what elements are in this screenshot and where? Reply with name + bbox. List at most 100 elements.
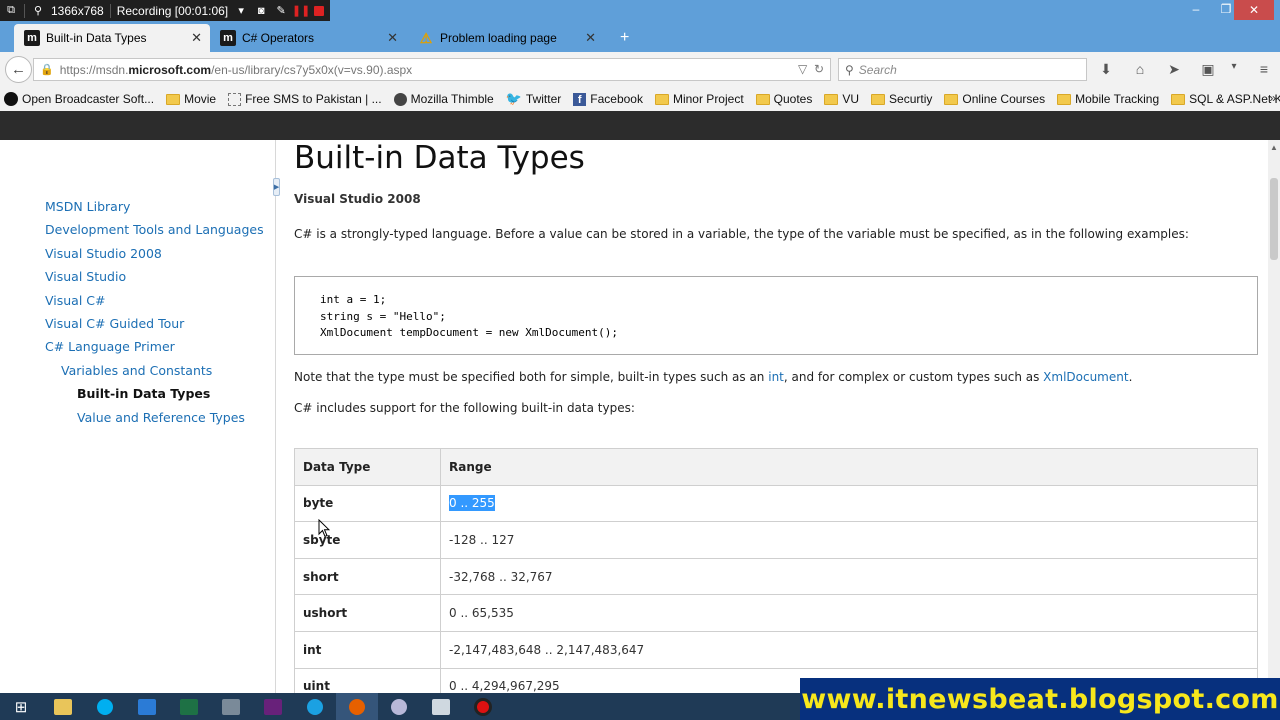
taskbar-network-app[interactable] xyxy=(126,693,168,720)
url-bar[interactable]: 🔒 https://msdn. microsoft.com/en-us/libra… xyxy=(33,58,831,81)
reload-icon[interactable]: ↻ xyxy=(814,62,824,76)
twitter-icon: 🐦 xyxy=(505,91,522,106)
magnifier-icon[interactable]: ⚲ xyxy=(31,4,45,18)
bookmark-minor-project[interactable]: Minor Project xyxy=(654,92,744,106)
minimize-button[interactable]: – xyxy=(1186,2,1206,16)
toc-item-vs2008[interactable]: Visual Studio 2008 xyxy=(45,242,264,265)
bookmark-sql-aspnet[interactable]: SQL & ASP.Net K-links xyxy=(1171,92,1280,106)
table-row: ushort 0 .. 65,535 xyxy=(294,594,1258,632)
toc-item-language-primer[interactable]: C# Language Primer xyxy=(45,335,264,358)
taskbar-recorder[interactable] xyxy=(462,693,504,720)
scrollbar-thumb[interactable] xyxy=(1270,178,1278,260)
toc-item-built-in-data-types: Built-in Data Types xyxy=(77,386,211,402)
url-prefix: https://msdn. xyxy=(59,62,129,77)
bookmark-facebook[interactable]: f Facebook xyxy=(573,92,643,106)
toc-item-value-reference-types[interactable]: Value and Reference Types xyxy=(45,406,264,429)
start-button[interactable]: ⊞ xyxy=(0,693,42,720)
table-header-row: Data Type Range xyxy=(294,448,1258,486)
taskbar-notepad[interactable] xyxy=(420,693,462,720)
folder-icon xyxy=(871,93,886,105)
table-row: byte 0 .. 255 xyxy=(294,484,1258,523)
pen-icon[interactable]: ✎ xyxy=(274,4,288,18)
tools-icon xyxy=(222,698,240,715)
browser-icon xyxy=(391,698,407,715)
bookmark-obs[interactable]: Open Broadcaster Soft... xyxy=(4,92,154,106)
stop-icon[interactable] xyxy=(314,5,325,16)
close-tab-icon[interactable]: ✕ xyxy=(585,30,596,46)
data-type-cell: byte xyxy=(294,484,441,523)
support-paragraph: C# includes support for the following bu… xyxy=(294,401,635,415)
toc-item-visual-studio[interactable]: Visual Studio xyxy=(45,265,264,288)
home-icon[interactable]: ⌂ xyxy=(1131,61,1149,77)
menu-icon[interactable]: ≡ xyxy=(1255,61,1273,77)
screen-icon[interactable]: ⧉ xyxy=(4,4,18,18)
page-title: Built-in Data Types xyxy=(294,140,585,176)
new-tab-button[interactable]: + xyxy=(610,24,640,52)
taskbar-browser[interactable] xyxy=(378,693,420,720)
selected-text[interactable]: 0 .. 255 xyxy=(449,495,495,512)
collapse-toc-icon[interactable]: ▶ xyxy=(273,178,280,196)
back-button[interactable]: ← xyxy=(5,56,32,83)
obs-icon xyxy=(4,92,18,106)
taskbar-excel[interactable] xyxy=(168,693,210,720)
camera-icon[interactable]: ◙ xyxy=(254,4,268,18)
taskbar-file-explorer[interactable] xyxy=(42,693,84,720)
taskbar-firefox[interactable] xyxy=(336,693,378,720)
tab-label: C# Operators xyxy=(242,31,315,45)
close-window-button[interactable]: ✕ xyxy=(1234,0,1274,20)
bookmark-mozilla-thimble[interactable]: Mozilla Thimble xyxy=(393,92,494,106)
int-link[interactable]: int xyxy=(768,370,784,384)
close-tab-icon[interactable]: ✕ xyxy=(191,30,202,46)
taskbar-internet-explorer[interactable] xyxy=(294,693,336,720)
tab-csharp-operators[interactable]: m C# Operators ✕ xyxy=(210,24,406,52)
xmldocument-link[interactable]: XmlDocument xyxy=(1043,370,1128,384)
bookmark-online-courses[interactable]: Online Courses xyxy=(944,92,1045,106)
restore-button[interactable]: ❐ xyxy=(1216,2,1236,16)
bookmark-movie[interactable]: Movie xyxy=(166,92,216,106)
taskbar-tools[interactable] xyxy=(210,693,252,720)
bookmark-quotes[interactable]: Quotes xyxy=(755,92,812,106)
dropdown-arrow-icon[interactable]: ▽ xyxy=(798,62,807,76)
toc-sidebar: MSDN Library Development Tools and Langu… xyxy=(0,140,276,693)
send-icon[interactable]: ➤ xyxy=(1165,61,1183,78)
url-path: /en-us/library/cs7y5x0x(v=vs.90).aspx xyxy=(211,62,413,77)
firefox-icon xyxy=(349,698,365,715)
taskbar-visual-studio[interactable] xyxy=(252,693,294,720)
search-input[interactable]: ⚲ Search xyxy=(838,58,1087,81)
bookmark-twitter[interactable]: 🐦 Twitter xyxy=(506,91,562,107)
tab-problem-loading-page[interactable]: ⚠ Problem loading page ✕ xyxy=(408,24,604,52)
back-arrow-icon: ← xyxy=(11,61,26,78)
more-bookmarks-icon[interactable]: » xyxy=(1269,91,1276,105)
page-icon xyxy=(228,92,242,106)
toc-item-msdn-library[interactable]: MSDN Library xyxy=(45,195,264,218)
bookmark-securtiy[interactable]: Securtiy xyxy=(871,92,932,106)
msdn-favicon-icon: m xyxy=(24,30,40,46)
search-icon: ⚲ xyxy=(845,62,854,77)
record-icon xyxy=(477,700,489,713)
url-domain: microsoft.com xyxy=(128,62,212,77)
bookmark-free-sms[interactable]: Free SMS to Pakistan | ... xyxy=(228,92,382,106)
data-types-table: Data Type Range byte 0 .. 255 sbyte -128… xyxy=(294,448,1258,693)
data-type-cell: uint xyxy=(294,667,441,693)
tab-strip: m Built-in Data Types ✕ m C# Operators ✕… xyxy=(0,22,1280,52)
bookmark-vu[interactable]: VU xyxy=(824,92,859,106)
close-tab-icon[interactable]: ✕ xyxy=(387,30,398,46)
warning-icon: ⚠ xyxy=(419,29,433,46)
toc-item-guided-tour[interactable]: Visual C# Guided Tour xyxy=(45,312,264,335)
toc-item-dev-tools[interactable]: Development Tools and Languages xyxy=(45,218,264,241)
toc-item-visual-csharp[interactable]: Visual C# xyxy=(45,289,264,312)
bookmark-mobile-tracking[interactable]: Mobile Tracking xyxy=(1057,92,1159,106)
tab-built-in-data-types[interactable]: m Built-in Data Types ✕ xyxy=(14,24,210,52)
dropdown-icon[interactable]: ▾ xyxy=(1225,61,1243,72)
extension-icon[interactable]: ▣ xyxy=(1199,61,1217,78)
range-cell: -2,147,483,648 .. 2,147,483,647 xyxy=(440,630,1258,669)
pause-icon[interactable]: ❚❚ xyxy=(292,4,310,18)
range-cell: 0 .. 65,535 xyxy=(440,594,1258,632)
code-line: int a = 1; xyxy=(320,293,387,306)
vertical-scrollbar[interactable]: ▲ xyxy=(1268,140,1280,693)
download-icon[interactable]: ⬇ xyxy=(1097,61,1115,78)
taskbar-skype[interactable] xyxy=(84,693,126,720)
dropdown-icon[interactable]: ▾ xyxy=(234,4,248,18)
toc-item-variables-constants[interactable]: Variables and Constants xyxy=(45,359,264,382)
scroll-up-icon[interactable]: ▲ xyxy=(1270,143,1278,152)
